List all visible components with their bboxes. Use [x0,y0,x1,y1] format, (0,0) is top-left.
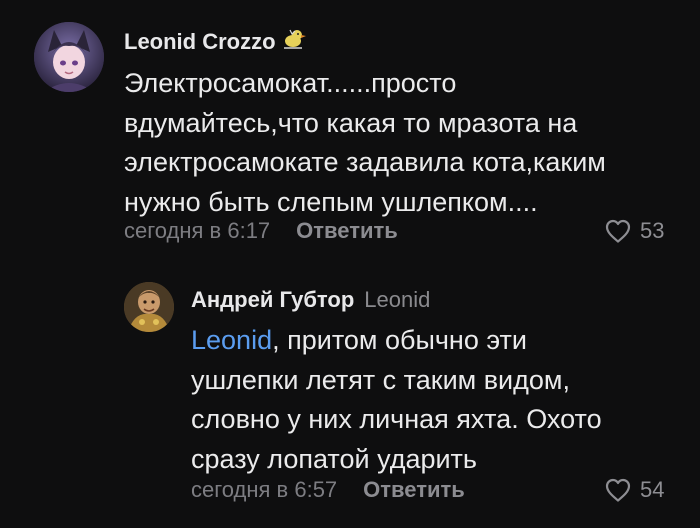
heart-outline-icon [604,477,632,503]
reply-text-line: словно у них личная яхта. Охото [191,404,602,434]
comment-text-line: электросамокате задавила кота,каким [124,147,606,177]
reply-text: Leonid, притом обычно эти ушлепки летят … [191,321,602,479]
duck-badge-icon [282,27,306,57]
comment-meta: сегодня в 6:17 Ответить [124,216,398,246]
reply-text-line: Leonid, притом обычно эти [191,321,602,361]
comment-text-line: Электросамокат......просто [124,68,457,98]
like-button[interactable]: 54 [604,475,664,505]
avatar[interactable] [34,22,104,92]
author-name[interactable]: Leonid Crozzo [124,29,276,55]
reply-text-line: сразу лопатой ударить [191,443,477,474]
author-name[interactable]: Андрей Губтор [191,287,354,313]
reply: Андрей Губтор Leonid Leonid, притом обыч… [0,270,700,520]
heart-outline-icon [604,218,632,244]
avatar[interactable] [124,282,174,332]
timestamp: сегодня в 6:57 [191,477,338,502]
comment-text-line: вдумайтесь,что какая то мразота на [124,107,578,138]
reply-meta: сегодня в 6:57 Ответить [191,475,465,505]
comment: Leonid Crozzo Электросамокат......просто… [0,0,700,260]
like-count: 54 [640,477,665,502]
reply-text-fragment: , притом обычно эти [272,325,527,355]
mention-link[interactable]: Leonid [191,325,272,355]
comment-text: Электросамокат......просто вдумайтесь,чт… [124,64,606,222]
reply-button[interactable]: Ответить [296,218,398,244]
reply-button[interactable]: Ответить [363,477,465,503]
reply-text-line: ушлепки летят с таким видом, [191,364,570,395]
like-count: 53 [640,218,665,243]
like-button[interactable]: 53 [604,216,664,246]
reply-to-name[interactable]: Leonid [364,287,430,313]
avatar-image [124,282,174,332]
avatar-image [34,22,104,92]
reply-header: Андрей Губтор Leonid [191,286,430,314]
comment-header: Leonid Crozzo [124,29,306,55]
timestamp: сегодня в 6:17 [124,218,271,243]
